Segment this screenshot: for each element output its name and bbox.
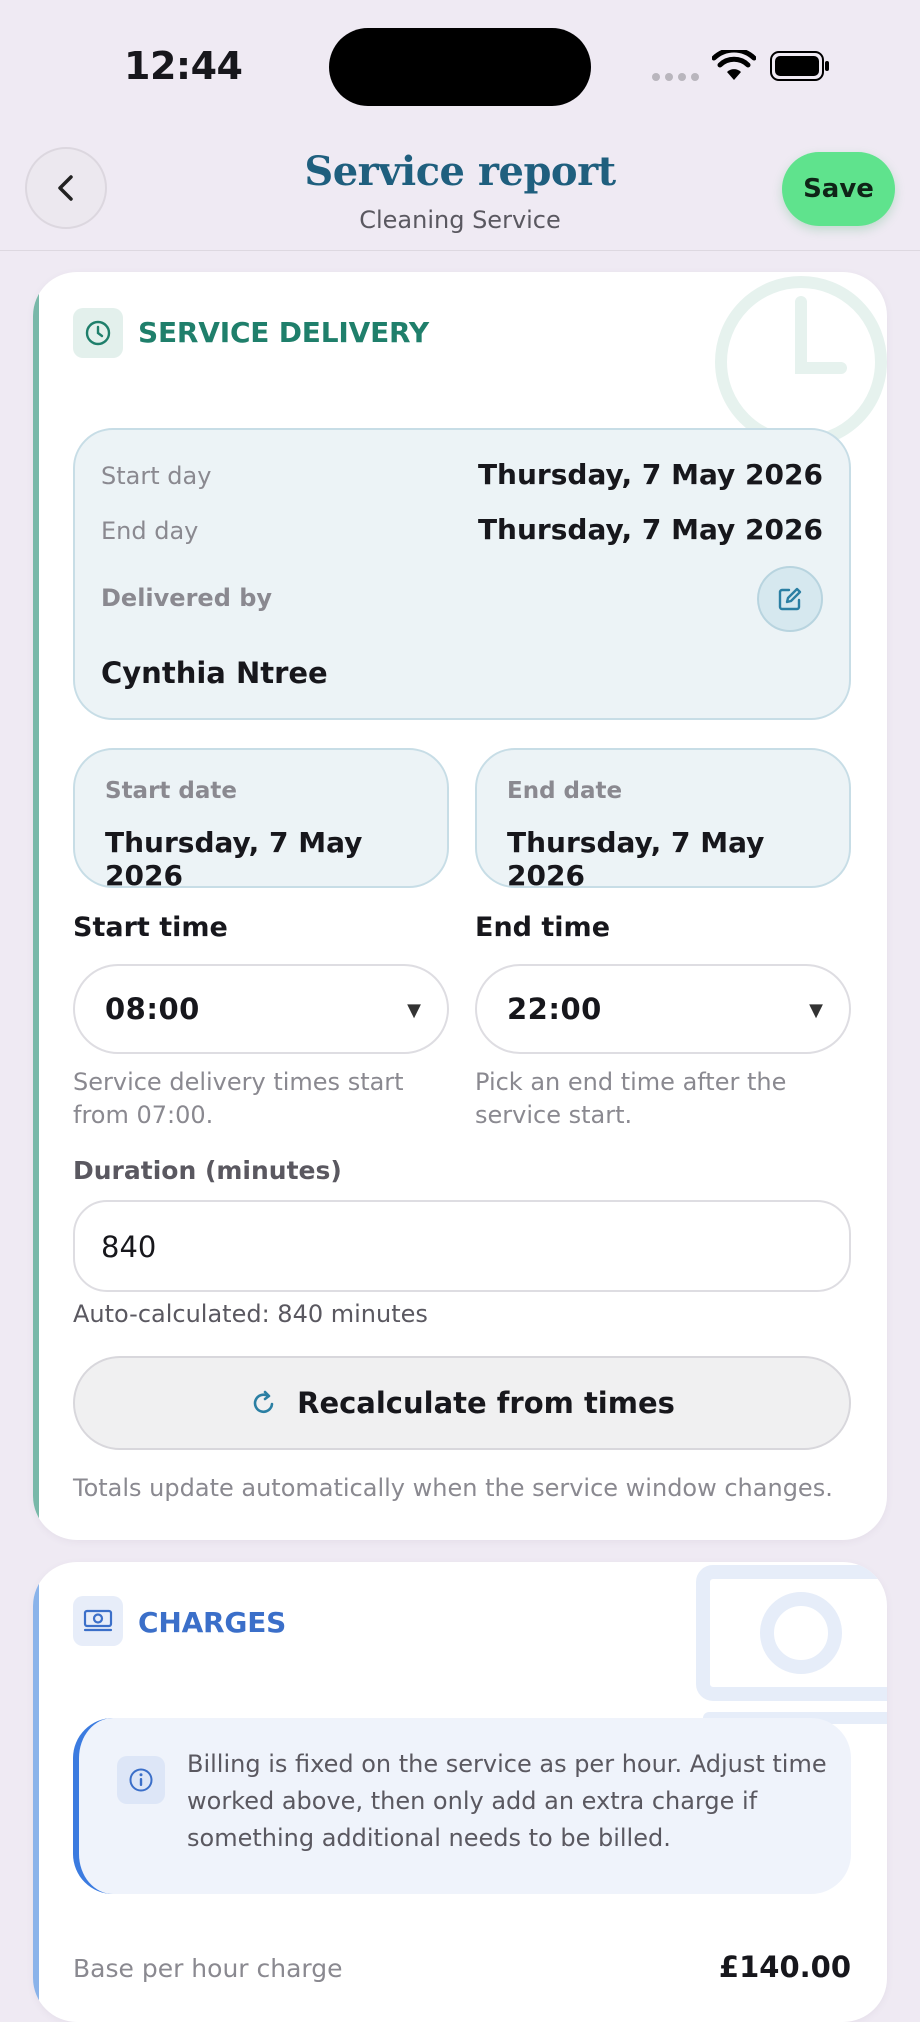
card-accent-bar xyxy=(33,272,39,1540)
caret-down-icon: ▼ xyxy=(407,1000,421,1021)
duration-label: Duration (minutes) xyxy=(73,1156,342,1185)
status-time: 12:44 xyxy=(124,44,243,88)
end-date-field[interactable]: End date Thursday, 7 May 2026 xyxy=(475,748,851,892)
end-date-label: End date xyxy=(507,778,623,804)
start-day-value: Thursday, 7 May 2026 xyxy=(477,458,823,491)
end-day-value: Thursday, 7 May 2026 xyxy=(477,513,823,546)
page-subtitle: Cleaning Service xyxy=(359,206,561,234)
end-time-hint: Pick an end time after the service start… xyxy=(475,1068,787,1129)
card-accent-bar xyxy=(33,1562,39,2022)
base-charge-label: Base per hour charge xyxy=(73,1954,343,1983)
start-time-value: 08:00 xyxy=(105,992,200,1026)
save-button[interactable]: Save xyxy=(782,152,895,226)
start-time-label: Start time xyxy=(73,912,228,943)
status-bar: 12:44 xyxy=(0,0,920,134)
clock-icon xyxy=(73,308,123,358)
end-time-value: 22:00 xyxy=(507,992,602,1026)
end-date-value: Thursday, 7 May 2026 xyxy=(507,826,765,892)
clock-watermark-icon xyxy=(715,276,887,448)
duration-value: 840 xyxy=(101,1230,157,1264)
recalculate-button[interactable]: Recalculate from times xyxy=(73,1356,851,1450)
totals-note: Totals update automatically when the ser… xyxy=(73,1474,833,1502)
delivered-by-value: Cynthia Ntree xyxy=(101,656,328,690)
wifi-icon xyxy=(712,50,756,80)
edit-delivered-by-button[interactable] xyxy=(757,566,823,632)
base-charge-value: £140.00 xyxy=(718,1950,851,1984)
signal-icon xyxy=(652,73,699,81)
banknote-watermark-icon xyxy=(696,1565,887,1724)
service-delivery-card: SERVICE DELIVERY Start day Thursday, 7 M… xyxy=(33,272,887,1540)
charges-card: CHARGES Billing is fixed on the service … xyxy=(33,1562,887,2022)
refresh-icon xyxy=(253,1390,274,1413)
service-delivery-title: SERVICE DELIVERY xyxy=(138,316,429,349)
dynamic-island xyxy=(329,28,591,106)
delivery-summary-panel: Start day Thursday, 7 May 2026 End day T… xyxy=(73,428,851,720)
info-icon xyxy=(117,1756,165,1804)
end-time-label: End time xyxy=(475,912,610,943)
banknote-icon xyxy=(73,1596,123,1646)
delivered-by-label: Delivered by xyxy=(101,584,273,612)
billing-info-callout: Billing is fixed on the service as per h… xyxy=(73,1718,851,1894)
charges-title: CHARGES xyxy=(138,1606,287,1639)
end-time-select[interactable]: 22:00 ▼ xyxy=(475,964,851,1054)
caret-down-icon: ▼ xyxy=(809,1000,823,1021)
app-header: Service report Cleaning Service Save xyxy=(0,134,920,251)
recalculate-label: Recalculate from times xyxy=(297,1386,675,1420)
start-date-field[interactable]: Start date Thursday, 7 May 2026 xyxy=(73,748,449,892)
start-time-hint: Service delivery times start from 07:00. xyxy=(73,1068,404,1129)
battery-icon xyxy=(770,51,829,81)
start-date-value: Thursday, 7 May 2026 xyxy=(105,826,363,892)
start-day-label: Start day xyxy=(101,462,212,490)
start-date-label: Start date xyxy=(105,778,238,804)
end-day-label: End day xyxy=(101,517,199,545)
auto-calculated-text: Auto-calculated: 840 minutes xyxy=(73,1300,428,1328)
billing-info-text: Billing is fixed on the service as per h… xyxy=(187,1750,827,1852)
start-time-select[interactable]: 08:00 ▼ xyxy=(73,964,449,1054)
edit-icon xyxy=(778,587,802,611)
duration-input[interactable]: 840 xyxy=(73,1200,851,1292)
